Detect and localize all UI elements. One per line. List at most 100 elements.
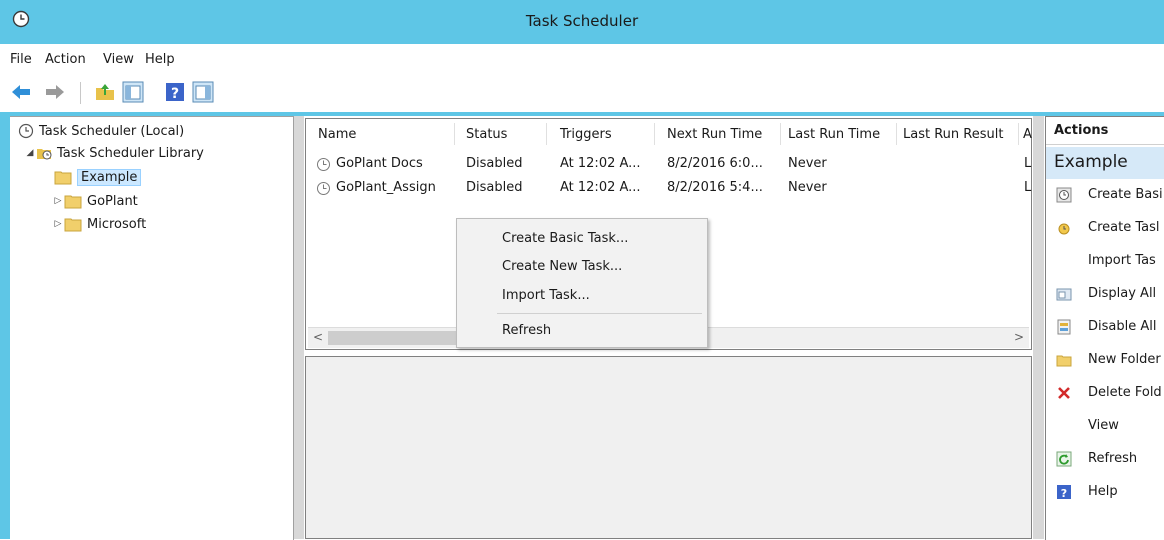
column-header-triggers[interactable]: Triggers bbox=[560, 127, 612, 142]
column-header-last-run-result[interactable]: Last Run Result bbox=[903, 127, 1003, 142]
column-divider[interactable] bbox=[654, 123, 655, 145]
column-header-status[interactable]: Status bbox=[466, 127, 507, 142]
window-title: Task Scheduler bbox=[525, 12, 639, 30]
refresh-icon bbox=[1056, 451, 1072, 467]
expand-arrow-icon[interactable]: ▷ bbox=[52, 219, 64, 229]
task-author: L bbox=[1024, 156, 1032, 171]
scroll-left-button[interactable]: < bbox=[313, 330, 323, 344]
svg-text:?: ? bbox=[1061, 487, 1067, 500]
folder-icon bbox=[64, 195, 82, 209]
title-bar: Task Scheduler bbox=[0, 0, 1164, 44]
folder-up-icon[interactable] bbox=[94, 81, 116, 103]
scroll-right-button[interactable]: > bbox=[1014, 330, 1024, 344]
action-new-folder[interactable]: New Folder bbox=[1046, 348, 1164, 374]
tree-item-example[interactable]: Example bbox=[54, 166, 142, 188]
action-label: Delete Fold bbox=[1088, 385, 1162, 400]
show-hide-console-tree-icon[interactable] bbox=[122, 81, 144, 103]
expand-arrow-icon[interactable]: ▷ bbox=[52, 196, 64, 206]
scrollbar-thumb[interactable] bbox=[328, 331, 468, 345]
action-label: Help bbox=[1088, 484, 1118, 499]
column-divider[interactable] bbox=[780, 123, 781, 145]
tree-item-task-scheduler-local[interactable]: Task Scheduler (Local) bbox=[18, 120, 184, 142]
menu-view[interactable]: View bbox=[103, 52, 134, 67]
action-label: Display All bbox=[1088, 286, 1157, 301]
action-label: View bbox=[1088, 418, 1119, 433]
column-header-name[interactable]: Name bbox=[318, 127, 356, 142]
menu-help[interactable]: Help bbox=[145, 52, 175, 67]
menu-action[interactable]: Action bbox=[45, 52, 86, 67]
action-create-task[interactable]: Create Tasl bbox=[1046, 216, 1164, 242]
context-menu-refresh[interactable]: Refresh bbox=[502, 323, 551, 338]
action-display-all[interactable]: Display All bbox=[1046, 282, 1164, 308]
tree-item-label: GoPlant bbox=[87, 193, 138, 209]
action-view[interactable]: View bbox=[1046, 414, 1164, 440]
toolbar-separator bbox=[80, 82, 81, 104]
actions-header: Actions bbox=[1046, 117, 1164, 145]
task-detail-pane bbox=[305, 356, 1032, 539]
tree-item-label: Microsoft bbox=[87, 216, 147, 232]
task-next-run: 8/2/2016 5:4... bbox=[667, 180, 763, 195]
task-name: GoPlant_Assign bbox=[336, 180, 436, 195]
table-row[interactable]: GoPlant Docs bbox=[316, 156, 456, 176]
task-clock-icon bbox=[317, 158, 330, 171]
disable-history-icon bbox=[1057, 319, 1071, 335]
actions-section-example[interactable]: Example bbox=[1046, 147, 1164, 179]
svg-text:?: ? bbox=[171, 86, 179, 102]
task-triggers: At 12:02 A... bbox=[560, 156, 641, 171]
column-divider[interactable] bbox=[896, 123, 897, 145]
create-basic-task-icon bbox=[1056, 187, 1072, 203]
column-divider[interactable] bbox=[454, 123, 455, 145]
pane-splitter-left[interactable] bbox=[294, 116, 304, 539]
column-header-last-run-time[interactable]: Last Run Time bbox=[788, 127, 880, 142]
context-menu-separator bbox=[497, 313, 702, 314]
column-divider[interactable] bbox=[546, 123, 547, 145]
tree-item-label: Task Scheduler Library bbox=[57, 145, 204, 161]
tree-item-task-scheduler-library[interactable]: ◢ Task Scheduler Library bbox=[24, 142, 204, 164]
display-all-running-tasks-icon bbox=[1056, 288, 1072, 301]
menu-file[interactable]: File bbox=[10, 52, 32, 67]
action-label: Disable All bbox=[1088, 319, 1157, 334]
folder-icon bbox=[54, 171, 72, 185]
task-name: GoPlant Docs bbox=[336, 156, 423, 171]
action-delete-folder[interactable]: Delete Fold bbox=[1046, 381, 1164, 407]
help-icon[interactable]: ? bbox=[164, 81, 186, 103]
tree-item-label: Task Scheduler (Local) bbox=[39, 123, 185, 139]
toolbar: ? bbox=[0, 74, 1164, 112]
task-status: Disabled bbox=[466, 156, 523, 171]
task-next-run: 8/2/2016 6:0... bbox=[667, 156, 763, 171]
table-row[interactable]: GoPlant_Assign bbox=[316, 180, 456, 200]
tree-item-microsoft[interactable]: ▷ Microsoft bbox=[52, 213, 146, 235]
column-divider[interactable] bbox=[1018, 123, 1019, 145]
task-triggers: At 12:02 A... bbox=[560, 180, 641, 195]
action-label: Refresh bbox=[1088, 451, 1138, 466]
console-tree: Task Scheduler (Local) ◢ Task Scheduler … bbox=[10, 116, 294, 540]
show-hide-action-pane-icon[interactable] bbox=[192, 81, 214, 103]
action-import-task[interactable]: Import Tas bbox=[1046, 249, 1164, 275]
action-label: New Folder bbox=[1088, 352, 1161, 367]
action-label: Import Tas bbox=[1088, 253, 1156, 268]
action-create-basic-task[interactable]: Create Basi bbox=[1046, 183, 1164, 209]
pane-splitter-right[interactable] bbox=[1033, 116, 1044, 539]
task-last-run: Never bbox=[788, 156, 827, 171]
collapse-arrow-icon[interactable]: ◢ bbox=[24, 148, 36, 158]
forward-arrow-icon[interactable] bbox=[44, 81, 66, 103]
delete-icon bbox=[1058, 387, 1070, 399]
context-menu-create-new-task[interactable]: Create New Task... bbox=[502, 259, 622, 274]
column-header-author[interactable]: A bbox=[1023, 127, 1032, 142]
action-disable-all[interactable]: Disable All bbox=[1046, 315, 1164, 341]
context-menu-create-basic-task[interactable]: Create Basic Task... bbox=[502, 231, 628, 246]
column-header-next-run-time[interactable]: Next Run Time bbox=[667, 127, 762, 142]
actions-pane: Actions Example Create Basi Create Tasl … bbox=[1045, 116, 1164, 540]
action-refresh[interactable]: Refresh bbox=[1046, 447, 1164, 473]
task-author: L bbox=[1024, 180, 1032, 195]
action-help[interactable]: ? Help bbox=[1046, 480, 1164, 506]
action-label: Create Tasl bbox=[1088, 220, 1160, 235]
new-folder-icon bbox=[1056, 355, 1072, 367]
task-status: Disabled bbox=[466, 180, 523, 195]
frame-left-border bbox=[0, 112, 10, 539]
context-menu-import-task[interactable]: Import Task... bbox=[502, 288, 590, 303]
back-arrow-icon[interactable] bbox=[10, 81, 32, 103]
context-menu: Create Basic Task... Create New Task... … bbox=[456, 218, 708, 348]
tree-item-goplant[interactable]: ▷ GoPlant bbox=[52, 190, 138, 212]
create-task-icon bbox=[1058, 223, 1070, 235]
